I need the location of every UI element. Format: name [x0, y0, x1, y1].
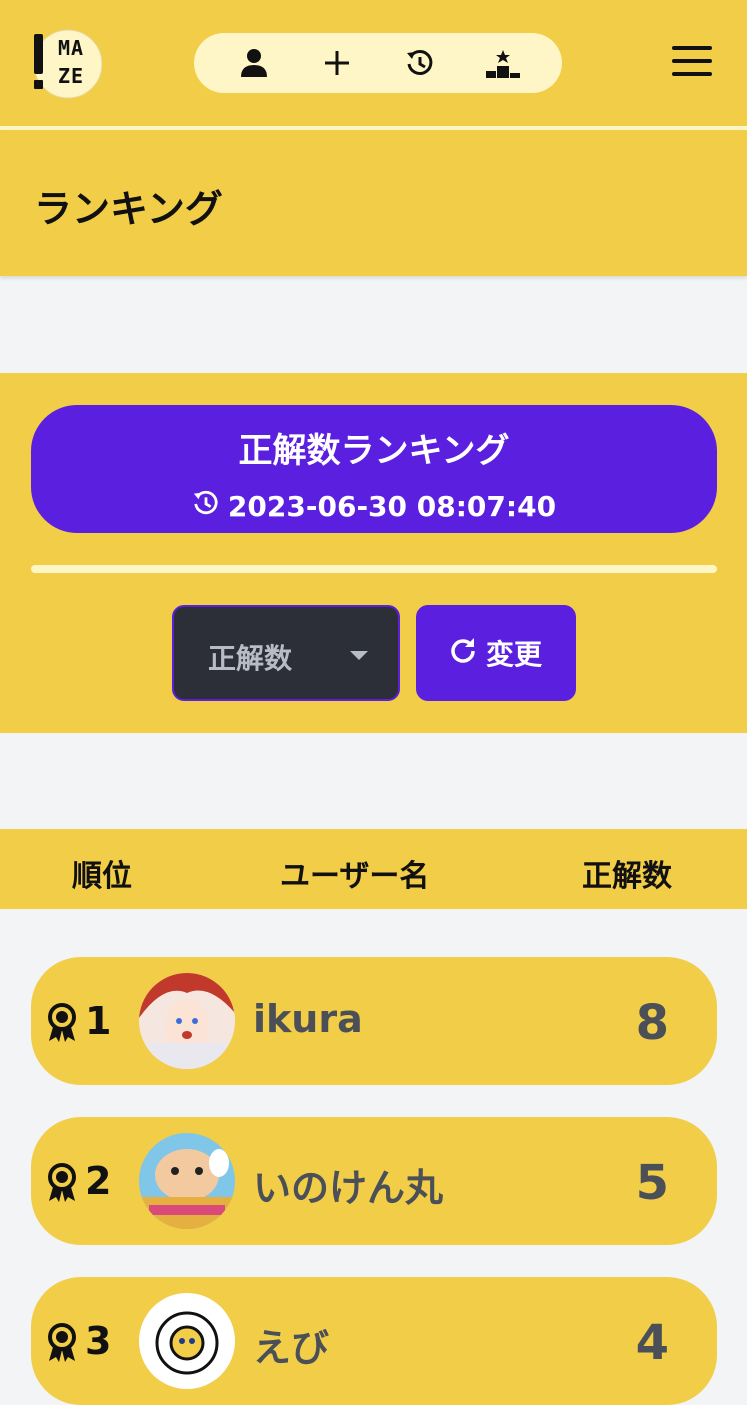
rank-number: 1	[85, 999, 112, 1043]
logo-text-top: MA	[58, 36, 85, 60]
avatar	[139, 1133, 235, 1229]
username[interactable]: えび	[253, 1317, 329, 1372]
podium-icon[interactable]	[481, 41, 525, 85]
award-icon	[45, 1163, 79, 1207]
header-username: ユーザー名	[280, 859, 430, 894]
user-icon[interactable]	[232, 41, 276, 85]
ranking-timestamp: 2023-06-30 08:07:40	[31, 489, 717, 524]
table-header: 順位 ユーザー名 正解数	[0, 829, 747, 909]
change-button-label: 変更	[485, 638, 542, 671]
award-icon	[45, 1003, 79, 1047]
logo[interactable]: MA ZE	[30, 28, 103, 100]
section-divider	[31, 565, 717, 573]
history-icon[interactable]	[398, 41, 442, 85]
timestamp-text: 2023-06-30 08:07:40	[227, 490, 557, 523]
nav-pill	[194, 33, 562, 93]
change-button[interactable]: 変更	[416, 605, 576, 701]
username[interactable]: いのけん丸	[253, 1157, 443, 1212]
page-header: ランキング	[0, 130, 747, 276]
refresh-icon	[450, 637, 476, 670]
ranking-card: 正解数ランキング 2023-06-30 08:07:40	[31, 405, 717, 533]
caret-down-icon	[350, 651, 368, 660]
award-icon	[45, 1323, 79, 1367]
table-row[interactable]: 2 いのけん丸 5	[31, 1117, 717, 1245]
page-title: ランキング	[34, 187, 223, 231]
select-value: 正解数	[208, 642, 293, 675]
score: 4	[635, 1315, 669, 1371]
ranking-title: 正解数ランキング	[238, 431, 510, 471]
ranking-panel: 正解数ランキング 2023-06-30 08:07:40 正解数 変更	[0, 373, 747, 733]
hamburger-icon[interactable]	[672, 46, 712, 80]
score: 8	[635, 995, 669, 1051]
rank-number: 3	[85, 1319, 112, 1363]
logo-text-bottom: ZE	[58, 64, 85, 88]
plus-icon[interactable]	[315, 41, 359, 85]
avatar	[139, 973, 235, 1069]
username[interactable]: ikura	[253, 997, 363, 1041]
table-row[interactable]: 1 ikura 8	[31, 957, 717, 1085]
top-bar: MA ZE	[0, 0, 747, 126]
ranking-type-select[interactable]: 正解数	[172, 605, 400, 701]
rank-number: 2	[85, 1159, 112, 1203]
avatar	[139, 1293, 235, 1389]
table-row[interactable]: 3 えび 4	[31, 1277, 717, 1405]
history-icon	[192, 489, 220, 524]
score: 5	[635, 1155, 669, 1211]
header-rank: 順位	[72, 859, 132, 894]
header-score: 正解数	[582, 859, 672, 894]
